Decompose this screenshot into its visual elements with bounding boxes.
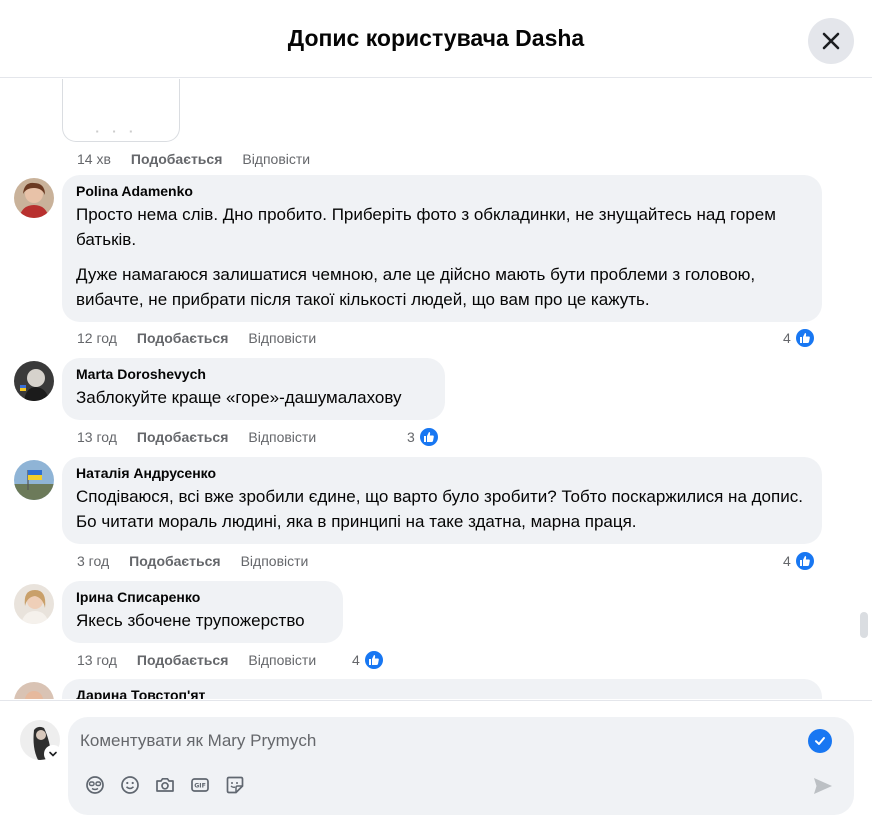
comment-actions: 12 год Подобається Відповісти [77, 330, 336, 346]
reply-link[interactable]: Відповісти [248, 330, 316, 346]
avatar[interactable] [14, 178, 54, 218]
reaction-count[interactable]: 4 [783, 327, 816, 349]
profile-switch-button[interactable] [44, 745, 62, 763]
comment-time[interactable]: 13 год [77, 429, 117, 445]
attachment-dots: ▪▪▪ [95, 127, 147, 136]
avatar-sticker-icon[interactable] [84, 774, 106, 796]
svg-text:GIF: GIF [194, 783, 206, 790]
comment-text: Заблокуйте краще «горе»-дашумалахову [76, 388, 402, 407]
comment-bubble: Наталія Андрусенко Сподіваюся, всі вже з… [62, 457, 822, 544]
dialog-title: Допис користувача Dasha [287, 25, 585, 51]
comment-text: Дуже намагаюся залишатися чемною, але це… [76, 265, 756, 309]
avatar[interactable] [14, 584, 54, 624]
comment-actions: 13 год Подобається Відповісти [77, 652, 336, 668]
composer-toolbar: GIF [84, 774, 259, 796]
comments-feed[interactable]: ▪▪▪ 14 хв Подобається Відповісти Polina … [0, 79, 872, 699]
scrollbar-thumb[interactable] [860, 612, 868, 638]
comment-actions: 13 год Подобається Відповісти [77, 429, 336, 445]
reply-link[interactable]: Відповісти [242, 151, 310, 167]
chevron-down-icon [49, 751, 57, 757]
like-reaction-icon [417, 426, 440, 448]
like-reaction-icon [793, 550, 816, 572]
like-link[interactable]: Подобається [131, 151, 222, 167]
reaction-number: 4 [352, 652, 360, 668]
comment-time[interactable]: 3 год [77, 553, 109, 569]
like-link[interactable]: Подобається [137, 652, 228, 668]
comment-composer-area: GIF [0, 700, 872, 835]
reaction-number: 4 [783, 330, 791, 346]
comment-bubble: Дарина Товстоп'ят [62, 679, 822, 699]
like-link[interactable]: Подобається [137, 330, 228, 346]
comment-time[interactable]: 13 год [77, 652, 117, 668]
reply-link[interactable]: Відповісти [241, 553, 309, 569]
emoji-icon[interactable] [119, 774, 141, 796]
reaction-count[interactable]: 4 [783, 550, 816, 572]
avatar[interactable] [14, 460, 54, 500]
reaction-count[interactable]: 4 [352, 649, 385, 671]
comment-bubble: Marta Doroshevych Заблокуйте краще «горе… [62, 358, 445, 420]
send-icon [814, 778, 832, 794]
comment-author[interactable]: Polina Adamenko [76, 183, 808, 199]
close-icon [822, 32, 840, 50]
reaction-count[interactable]: 3 [407, 426, 440, 448]
comment-actions: 14 хв Подобається Відповісти [77, 151, 330, 167]
dialog-header: Допис користувача Dasha [0, 0, 872, 78]
comment-author[interactable]: Дарина Товстоп'ят [76, 687, 808, 699]
comment-composer: GIF [68, 717, 854, 815]
reply-link[interactable]: Відповісти [248, 429, 316, 445]
reaction-number: 4 [783, 553, 791, 569]
close-button[interactable] [808, 18, 854, 64]
send-button[interactable] [812, 775, 834, 797]
comment-author[interactable]: Ірина Списаренко [76, 589, 329, 605]
comment-input[interactable] [80, 725, 770, 757]
avatar[interactable] [14, 682, 54, 699]
comment-attachment-preview[interactable]: ▪▪▪ [62, 79, 180, 142]
gif-icon[interactable]: GIF [189, 774, 211, 796]
comment-author[interactable]: Наталія Андрусенко [76, 465, 808, 481]
sticker-icon[interactable] [224, 774, 246, 796]
like-link[interactable]: Подобається [137, 429, 228, 445]
comment-author[interactable]: Marta Doroshevych [76, 366, 431, 382]
check-icon[interactable] [808, 729, 832, 753]
camera-icon[interactable] [154, 774, 176, 796]
comment-actions: 3 год Подобається Відповісти [77, 553, 328, 569]
comment-text: Просто нема слів. Дно пробито. Приберіть… [76, 205, 776, 249]
comment-bubble: Ірина Списаренко Якесь збочене трупожерс… [62, 581, 343, 643]
avatar[interactable] [14, 361, 54, 401]
comment-text: Сподіваюся, всі вже зробили єдине, що ва… [76, 487, 803, 531]
like-link[interactable]: Подобається [129, 553, 220, 569]
comment-time[interactable]: 14 хв [77, 151, 111, 167]
reply-link[interactable]: Відповісти [248, 652, 316, 668]
reaction-number: 3 [407, 429, 415, 445]
comment-text: Якесь збочене трупожерство [76, 611, 305, 630]
like-reaction-icon [793, 327, 816, 349]
comment-bubble: Polina Adamenko Просто нема слів. Дно пр… [62, 175, 822, 322]
like-reaction-icon [362, 649, 385, 671]
comment-time[interactable]: 12 год [77, 330, 117, 346]
